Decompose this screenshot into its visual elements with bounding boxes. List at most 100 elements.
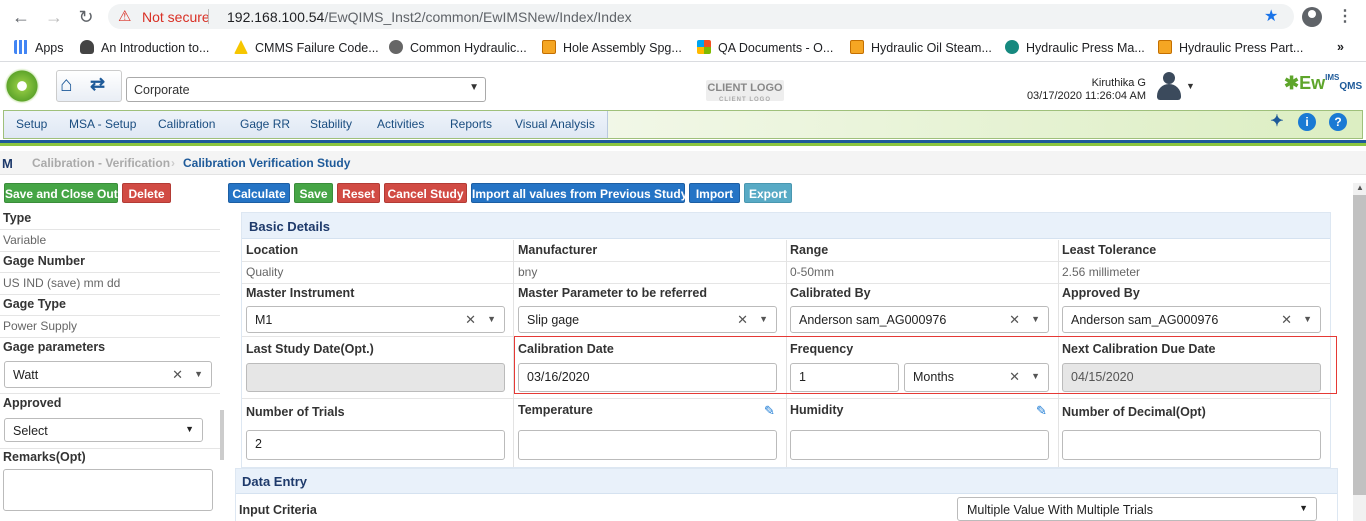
bookmark-item[interactable]: Hydraulic Press Ma...: [1005, 40, 1145, 55]
menu-visual-analysis[interactable]: Visual Analysis: [515, 117, 595, 131]
import-previous-button[interactable]: Import all values from Previous Study: [471, 183, 687, 203]
number-of-trials-input[interactable]: 2: [246, 430, 505, 460]
header-stripe: [0, 140, 1366, 146]
clear-icon[interactable]: ✕: [737, 312, 748, 328]
remarks-textarea[interactable]: [3, 469, 213, 511]
main-menu: Setup MSA - Setup Calibration Gage RR St…: [3, 110, 1363, 139]
pin-icon[interactable]: ✦: [1268, 113, 1286, 131]
basic-details-title: Basic Details: [249, 219, 330, 234]
menu-setup[interactable]: Setup: [16, 117, 47, 131]
bookmarks-overflow-icon[interactable]: »: [1337, 40, 1344, 54]
back-arrow-icon[interactable]: ←: [11, 7, 31, 27]
delete-button[interactable]: Delete: [122, 183, 171, 203]
gage-parameters-select[interactable]: Watt ✕ ▼: [4, 361, 212, 388]
highlight-box: [514, 336, 1337, 394]
menu-reports[interactable]: Reports: [450, 117, 492, 131]
menu-activities[interactable]: Activities: [377, 117, 424, 131]
dropdown-arrow-icon[interactable]: ▼: [185, 424, 194, 434]
cancel-study-button[interactable]: Cancel Study: [384, 183, 467, 203]
forward-arrow-icon[interactable]: →: [44, 7, 64, 27]
input-criteria-select[interactable]: Multiple Value With Multiple Trials ▼: [957, 497, 1317, 521]
security-label[interactable]: Not secure: [142, 9, 210, 25]
calculate-button[interactable]: Calculate: [228, 183, 290, 203]
refresh-icon[interactable]: ⇄: [90, 74, 105, 95]
breadcrumb-root-icon[interactable]: M: [2, 156, 13, 171]
data-entry-header: [236, 469, 1337, 494]
remarks-label: Remarks(Opt): [3, 450, 86, 464]
master-parameter-label: Master Parameter to be referred: [518, 286, 707, 300]
dropdown-arrow-icon[interactable]: ▼: [194, 369, 203, 379]
least-tolerance-value: 2.56 millimeter: [1062, 265, 1141, 279]
dropdown-arrow-icon[interactable]: ▼: [1303, 314, 1312, 324]
reload-icon[interactable]: ↻: [76, 7, 96, 27]
address-bar[interactable]: ⚠ Not secure 192.168.100.54/EwQIMS_Inst2…: [108, 4, 1294, 29]
temperature-input[interactable]: [518, 430, 777, 460]
bookmark-item[interactable]: CMMS Failure Code...: [234, 40, 379, 55]
export-button[interactable]: Export: [744, 183, 792, 203]
dropdown-arrow-icon[interactable]: ▼: [1299, 503, 1308, 513]
number-of-decimal-input[interactable]: [1062, 430, 1321, 460]
save-and-close-out-button[interactable]: Save and Close Out: [4, 183, 118, 203]
edit-pencil-icon[interactable]: ✎: [764, 403, 775, 419]
bookmark-item[interactable]: Common Hydraulic...: [389, 40, 527, 55]
menu-calibration[interactable]: Calibration: [158, 117, 215, 131]
clear-icon[interactable]: ✕: [1281, 312, 1292, 328]
company-select[interactable]: Corporate ▼: [126, 77, 486, 102]
datetime: 03/17/2020 11:26:04 AM: [1026, 90, 1146, 102]
doc-icon: [1158, 40, 1172, 54]
clear-icon[interactable]: ✕: [1009, 312, 1020, 328]
save-button[interactable]: Save: [294, 183, 333, 203]
caret-down-icon[interactable]: ▼: [1186, 81, 1195, 91]
breadcrumb-parent[interactable]: Calibration - Verification: [32, 156, 170, 170]
bookmark-item[interactable]: An Introduction to...: [80, 40, 209, 55]
range-label: Range: [790, 243, 829, 257]
bookmark-apps[interactable]: Apps: [14, 40, 64, 55]
warning-triangle-icon[interactable]: ⚠: [118, 8, 131, 25]
manufacturer-value: bny: [518, 265, 538, 279]
menu-msa-setup[interactable]: MSA - Setup: [69, 117, 136, 131]
more-menu-icon[interactable]: ⋮: [1337, 6, 1353, 26]
bookmark-star-icon[interactable]: ★: [1264, 6, 1278, 26]
info-icon[interactable]: i: [1298, 113, 1316, 131]
input-criteria-label: Input Criteria: [239, 503, 317, 517]
menu-gage-rr[interactable]: Gage RR: [240, 117, 290, 131]
dropdown-arrow-icon[interactable]: ▼: [1031, 314, 1040, 324]
clear-icon[interactable]: ✕: [172, 367, 183, 383]
app-logo: [4, 68, 40, 104]
page-scrollbar[interactable]: ▲: [1353, 183, 1366, 521]
calibrated-by-select[interactable]: Anderson sam_AG000976 ✕ ▼: [790, 306, 1049, 333]
range-value: 0-50mm: [790, 265, 835, 279]
left-panel-scrollbar[interactable]: [220, 410, 224, 460]
bookmark-item[interactable]: QA Documents - O...: [697, 40, 833, 55]
number-of-trials-label: Number of Trials: [246, 405, 345, 419]
last-study-date-label: Last Study Date(Opt.): [246, 342, 374, 356]
approved-select[interactable]: Select ▼: [4, 418, 203, 442]
bookmarks-bar: Apps An Introduction to... CMMS Failure …: [0, 33, 1366, 62]
dropdown-arrow-icon[interactable]: ▼: [487, 314, 496, 324]
bookmark-item[interactable]: Hole Assembly Spg...: [542, 40, 682, 55]
bookmark-item[interactable]: Hydraulic Oil Steam...: [850, 40, 992, 55]
help-icon[interactable]: ?: [1329, 113, 1347, 131]
scroll-up-icon[interactable]: ▲: [1356, 183, 1364, 192]
clear-icon[interactable]: ✕: [465, 312, 476, 328]
approved-by-select[interactable]: Anderson sam_AG000976 ✕ ▼: [1062, 306, 1321, 333]
humidity-input[interactable]: [790, 430, 1049, 460]
gage-parameters-label: Gage parameters: [3, 340, 106, 354]
account-icon[interactable]: [1302, 7, 1322, 27]
approved-label: Approved: [3, 396, 62, 410]
master-parameter-select[interactable]: Slip gage ✕ ▼: [518, 306, 777, 333]
bookmark-item[interactable]: Hydraulic Press Part...: [1158, 40, 1303, 55]
avatar-icon[interactable]: [1155, 71, 1183, 101]
approved-by-label: Approved By: [1062, 286, 1140, 300]
location-value: Quality: [246, 265, 284, 279]
menu-stability[interactable]: Stability: [310, 117, 352, 131]
master-instrument-select[interactable]: M1 ✕ ▼: [246, 306, 505, 333]
url-text[interactable]: 192.168.100.54/EwQIMS_Inst2/common/EwIMS…: [227, 9, 632, 25]
edit-pencil-icon[interactable]: ✎: [1036, 403, 1047, 419]
home-icon[interactable]: ⌂: [60, 73, 73, 97]
dropdown-arrow-icon[interactable]: ▼: [759, 314, 768, 324]
reset-button[interactable]: Reset: [337, 183, 380, 203]
import-button[interactable]: Import: [689, 183, 740, 203]
doc-icon: [850, 40, 864, 54]
least-tolerance-label: Least Tolerance: [1062, 243, 1157, 257]
